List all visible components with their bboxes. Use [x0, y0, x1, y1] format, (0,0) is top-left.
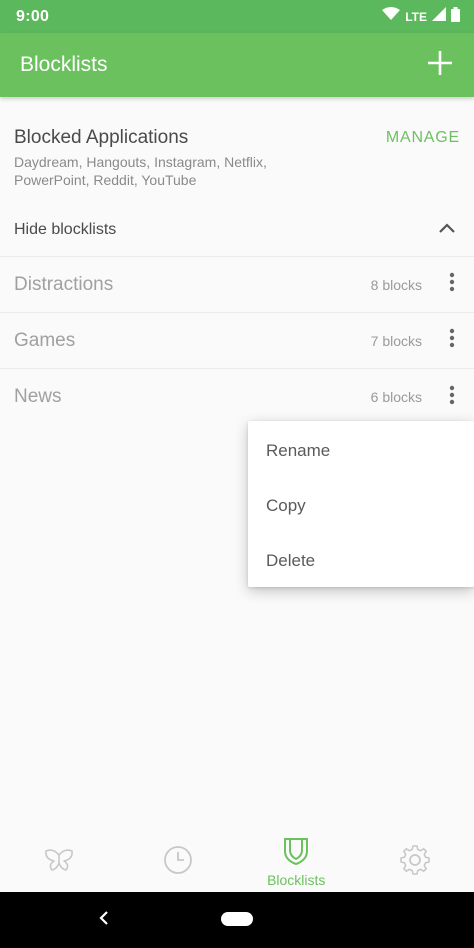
hide-blocklists-label: Hide blocklists	[14, 220, 117, 238]
back-button[interactable]	[92, 908, 116, 932]
blocked-applications-list: Daydream, Hangouts, Instagram, Netflix, …	[14, 154, 267, 188]
gear-icon	[399, 844, 430, 880]
menu-item-delete[interactable]: Delete	[248, 533, 474, 588]
content: Blocked Applications Daydream, Hangouts,…	[0, 97, 474, 425]
chevron-up-icon	[438, 221, 456, 239]
more-vert-icon	[449, 272, 455, 297]
nav-label-blocklists: Blocklists	[267, 871, 326, 888]
nav-item-blocklists[interactable]: Blocklists	[237, 832, 356, 892]
system-navigation-bar	[0, 892, 474, 948]
network-type: LTE	[405, 9, 427, 24]
manage-button[interactable]: MANAGE	[386, 129, 460, 147]
blocklist-count: 8 blocks	[370, 276, 422, 293]
shield-icon	[283, 837, 309, 870]
chevron-left-icon	[99, 910, 109, 930]
blocked-applications-section: Blocked Applications Daydream, Hangouts,…	[0, 97, 474, 203]
blocklist-row-news[interactable]: News 6 blocks	[0, 369, 474, 425]
nav-item-schedule[interactable]	[119, 832, 238, 892]
nav-item-home[interactable]	[0, 832, 119, 892]
app-bar: Blocklists	[0, 33, 474, 97]
status-bar: 9:00 LTE	[0, 0, 474, 33]
clock-icon	[163, 845, 193, 880]
home-button[interactable]	[221, 912, 253, 926]
page-title: Blocklists	[20, 53, 108, 76]
plus-icon	[427, 50, 453, 80]
blocklist-row-distractions[interactable]: Distractions 8 blocks	[0, 257, 474, 313]
more-options-button[interactable]	[440, 385, 464, 409]
blocklist-name: Distractions	[14, 273, 114, 295]
more-options-button[interactable]	[440, 328, 464, 353]
more-vert-icon	[449, 385, 455, 410]
blocklist-count: 7 blocks	[370, 332, 422, 349]
blocklist-row-games[interactable]: Games 7 blocks	[0, 313, 474, 369]
hide-blocklists-toggle[interactable]: Hide blocklists	[0, 203, 474, 257]
butterfly-icon	[44, 848, 74, 876]
battery-icon	[451, 6, 460, 27]
blocklist-count: 6 blocks	[370, 389, 422, 405]
status-time: 9:00	[16, 7, 50, 25]
nav-item-settings[interactable]	[356, 832, 474, 892]
add-blocklist-button[interactable]	[424, 49, 456, 81]
signal-icon	[432, 7, 446, 26]
wifi-icon	[382, 7, 401, 26]
options-popup-menu: Rename Copy Delete	[248, 421, 474, 587]
more-options-button[interactable]	[440, 272, 464, 297]
menu-item-rename[interactable]: Rename	[248, 423, 474, 478]
menu-item-copy[interactable]: Copy	[248, 478, 474, 533]
bottom-navigation: Blocklists	[0, 832, 474, 892]
blocklist-name: Games	[14, 329, 76, 351]
blocklist-name: News	[14, 386, 62, 407]
more-vert-icon	[449, 328, 455, 353]
status-icons: LTE	[382, 6, 460, 27]
